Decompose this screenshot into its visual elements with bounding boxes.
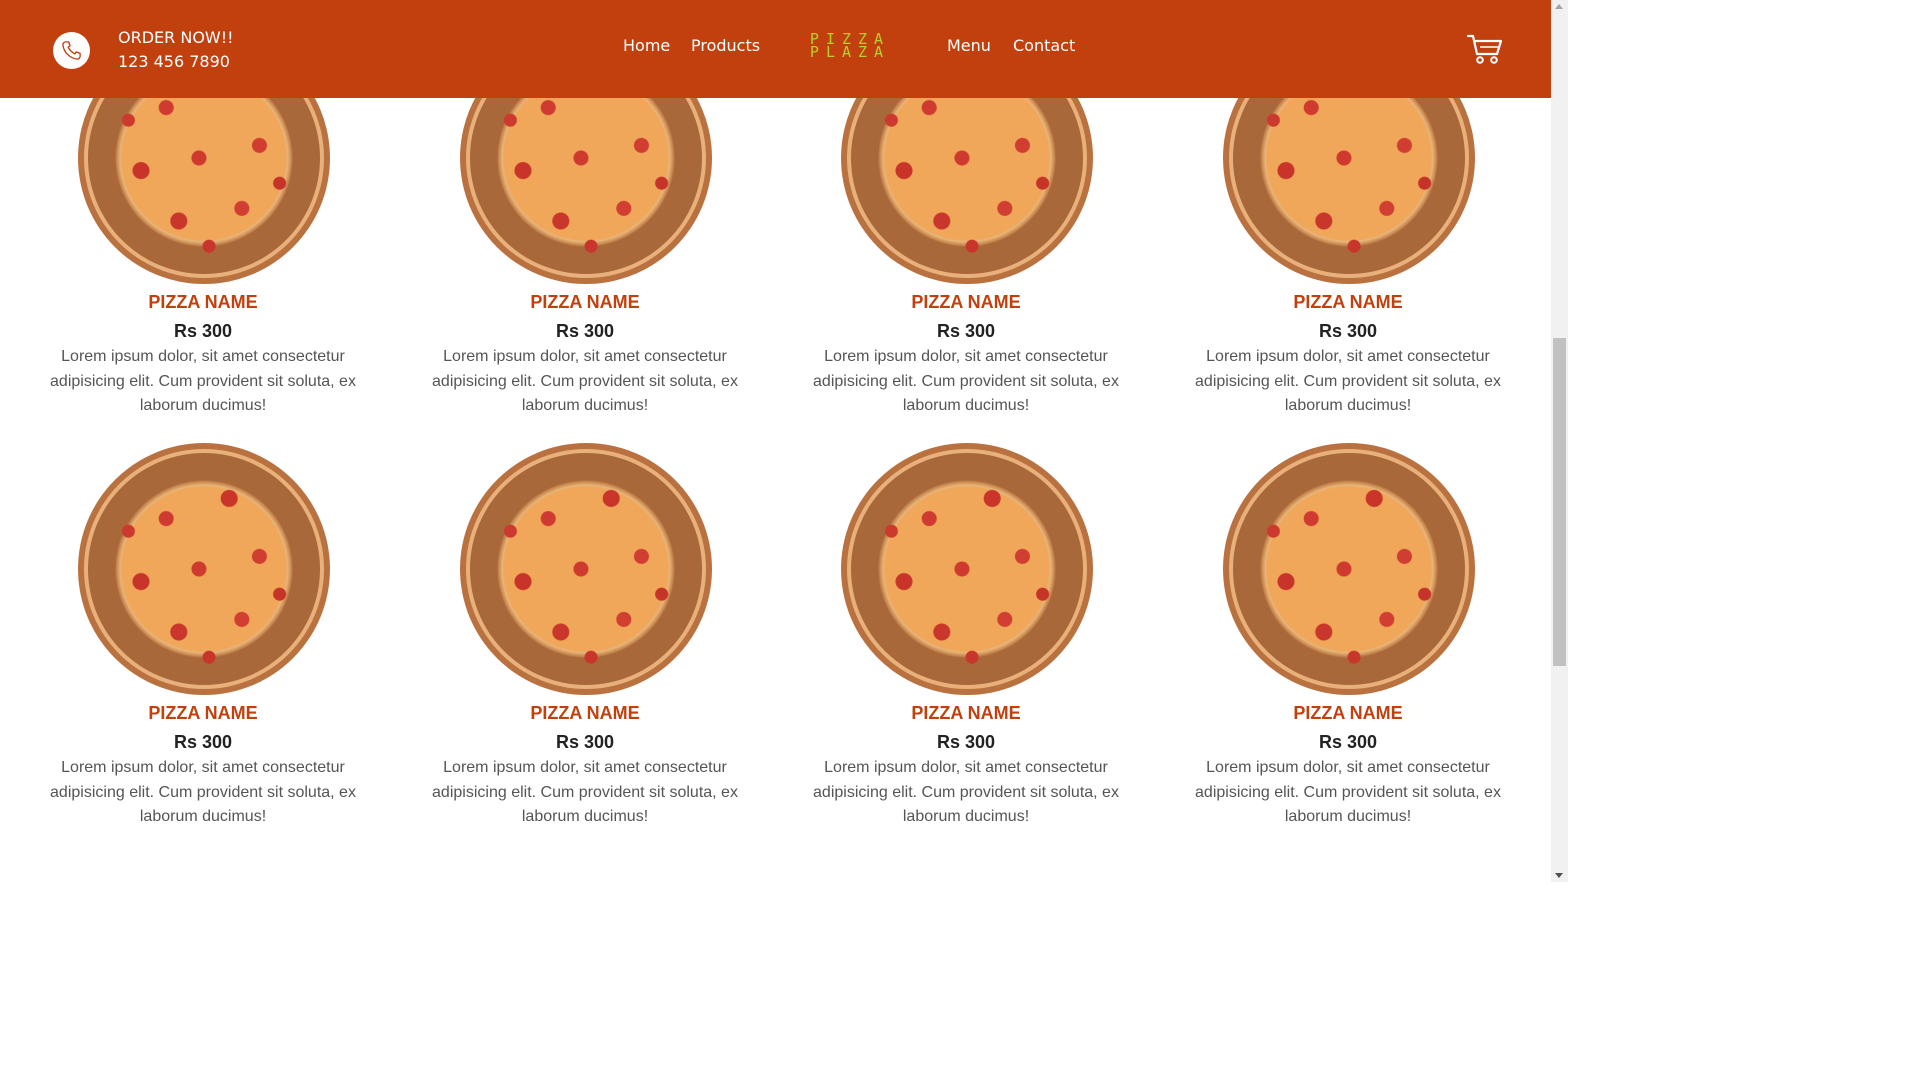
product-description: Lorem ipsum dolor, sit amet consectetur …	[50, 348, 356, 414]
product-name: PIZZA NAME	[530, 292, 640, 312]
product-name: PIZZA NAME	[148, 703, 258, 723]
scroll-up-arrow-icon[interactable]	[1555, 4, 1563, 9]
cart-icon[interactable]	[1466, 33, 1503, 69]
product-name: PIZZA NAME	[148, 292, 258, 312]
product-name: PIZZA NAME	[1293, 703, 1403, 723]
product-description: Lorem ipsum dolor, sit amet consectetur …	[1195, 759, 1501, 825]
product-description: Lorem ipsum dolor, sit amet consectetur …	[432, 348, 738, 414]
product-name: PIZZA NAME	[530, 703, 640, 723]
product-price: Rs 300	[1318, 732, 1378, 752]
product-description: Lorem ipsum dolor, sit amet consectetur …	[50, 759, 356, 825]
product-description: Lorem ipsum dolor, sit amet consectetur …	[813, 348, 1119, 414]
product-name: PIZZA NAME	[1293, 292, 1403, 312]
product-price: Rs 300	[555, 732, 615, 752]
order-now-label: ORDER NOW!!	[118, 28, 234, 47]
nav-contact[interactable]: Contact	[1013, 35, 1075, 57]
product-description: Lorem ipsum dolor, sit amet consectetur …	[813, 759, 1119, 825]
pizza-image[interactable]	[460, 443, 712, 695]
nav-menu[interactable]: Menu	[947, 35, 991, 57]
phone-number[interactable]: 123 456 7890	[118, 50, 234, 74]
product-price: Rs 300	[1318, 321, 1378, 341]
product-description: Lorem ipsum dolor, sit amet consectetur …	[432, 759, 738, 825]
product-price: Rs 300	[936, 321, 996, 341]
product-price: Rs 300	[173, 732, 233, 752]
nav-home[interactable]: Home	[623, 35, 670, 57]
site-logo[interactable]: PIZZA PLAZA	[796, 32, 904, 61]
order-contact: ORDER NOW!! 123 456 7890	[118, 26, 234, 74]
product-price: Rs 300	[936, 732, 996, 752]
scroll-down-arrow-icon[interactable]	[1555, 873, 1563, 878]
site-header: ORDER NOW!! 123 456 7890 Home Products P…	[0, 0, 1551, 98]
product-price: Rs 300	[173, 321, 233, 341]
logo-line-2: PLAZA	[809, 43, 891, 61]
product-name: PIZZA NAME	[911, 292, 1021, 312]
pizza-image[interactable]	[1223, 443, 1475, 695]
vertical-scrollbar[interactable]	[1551, 0, 1568, 882]
product-description: Lorem ipsum dolor, sit amet consectetur …	[1195, 348, 1501, 414]
nav-products[interactable]: Products	[691, 35, 760, 57]
product-price: Rs 300	[555, 321, 615, 341]
phone-icon[interactable]	[53, 32, 90, 69]
pizza-image[interactable]	[841, 443, 1093, 695]
scrollbar-thumb[interactable]	[1553, 338, 1566, 666]
product-name: PIZZA NAME	[911, 703, 1021, 723]
pizza-image[interactable]	[78, 443, 330, 695]
